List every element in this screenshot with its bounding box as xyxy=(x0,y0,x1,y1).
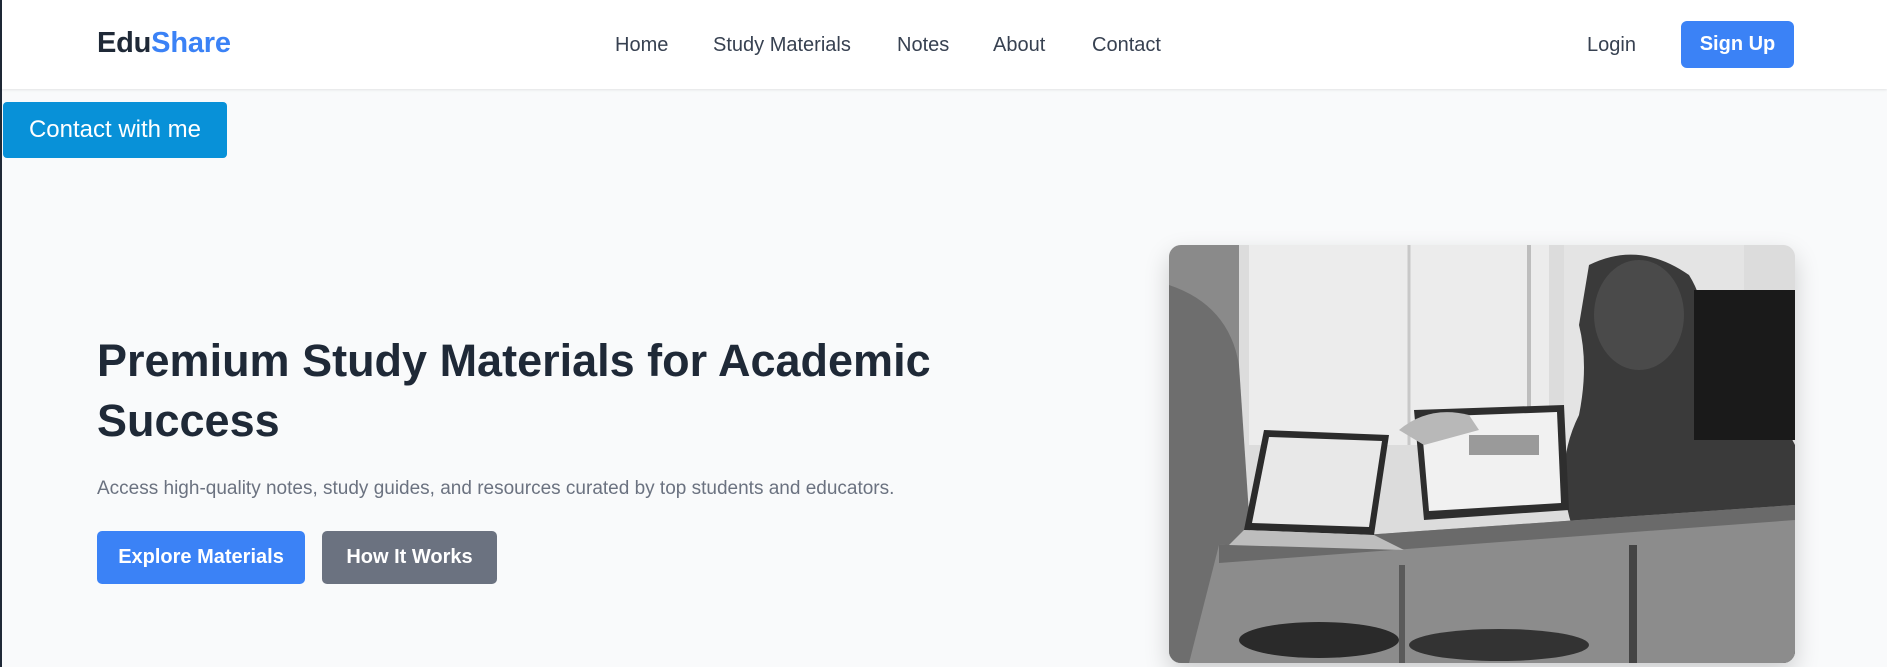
nav-link-contact[interactable]: Contact xyxy=(1092,34,1161,57)
how-it-works-button[interactable]: How It Works xyxy=(322,531,497,584)
nav-link-home[interactable]: Home xyxy=(615,34,668,57)
contact-with-me-button[interactable]: Contact with me xyxy=(3,102,227,158)
hero-title: Premium Study Materials for Academic Suc… xyxy=(97,335,931,446)
hero-photo-illustration xyxy=(1169,245,1795,663)
signup-button[interactable]: Sign Up xyxy=(1681,21,1794,68)
hero-subtitle: Access high-quality notes, study guides,… xyxy=(97,478,895,499)
explore-materials-button[interactable]: Explore Materials xyxy=(97,531,305,584)
login-link[interactable]: Login xyxy=(1587,34,1636,57)
nav-link-notes[interactable]: Notes xyxy=(897,34,949,57)
hero-image xyxy=(1169,245,1795,663)
nav-link-study-materials[interactable]: Study Materials xyxy=(713,34,851,57)
nav-link-about[interactable]: About xyxy=(993,34,1045,57)
navbar: EduShare Home Study Materials Notes Abou… xyxy=(2,0,1887,89)
